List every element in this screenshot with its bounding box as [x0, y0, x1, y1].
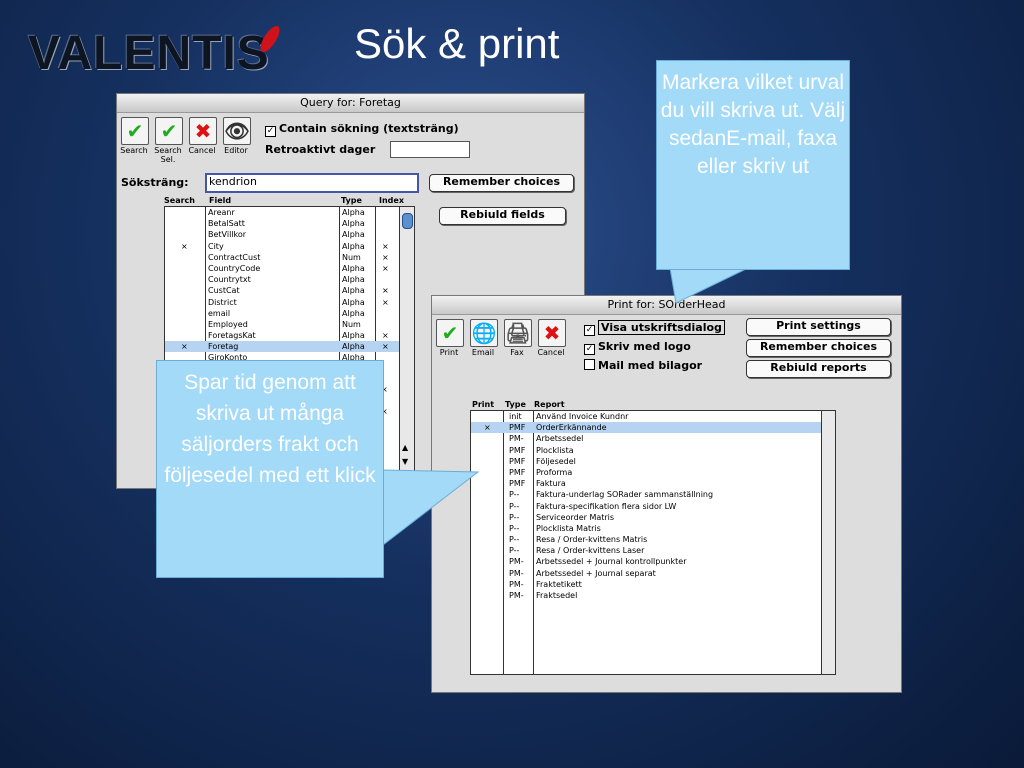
callout-bottom-pointer: [382, 469, 480, 547]
callout-bottom: Spar tid genom att skriva ut många säljo…: [156, 360, 384, 578]
callout-pointers: [382, 267, 749, 547]
callout-bottom-text: Spar tid genom att skriva ut många säljo…: [164, 371, 376, 487]
callout-top-pointer: [669, 267, 749, 304]
callout-top: Markera vilket urval du vill skriva ut. …: [656, 60, 850, 270]
callout-top-text: Markera vilket urval du vill skriva ut. …: [660, 71, 846, 178]
